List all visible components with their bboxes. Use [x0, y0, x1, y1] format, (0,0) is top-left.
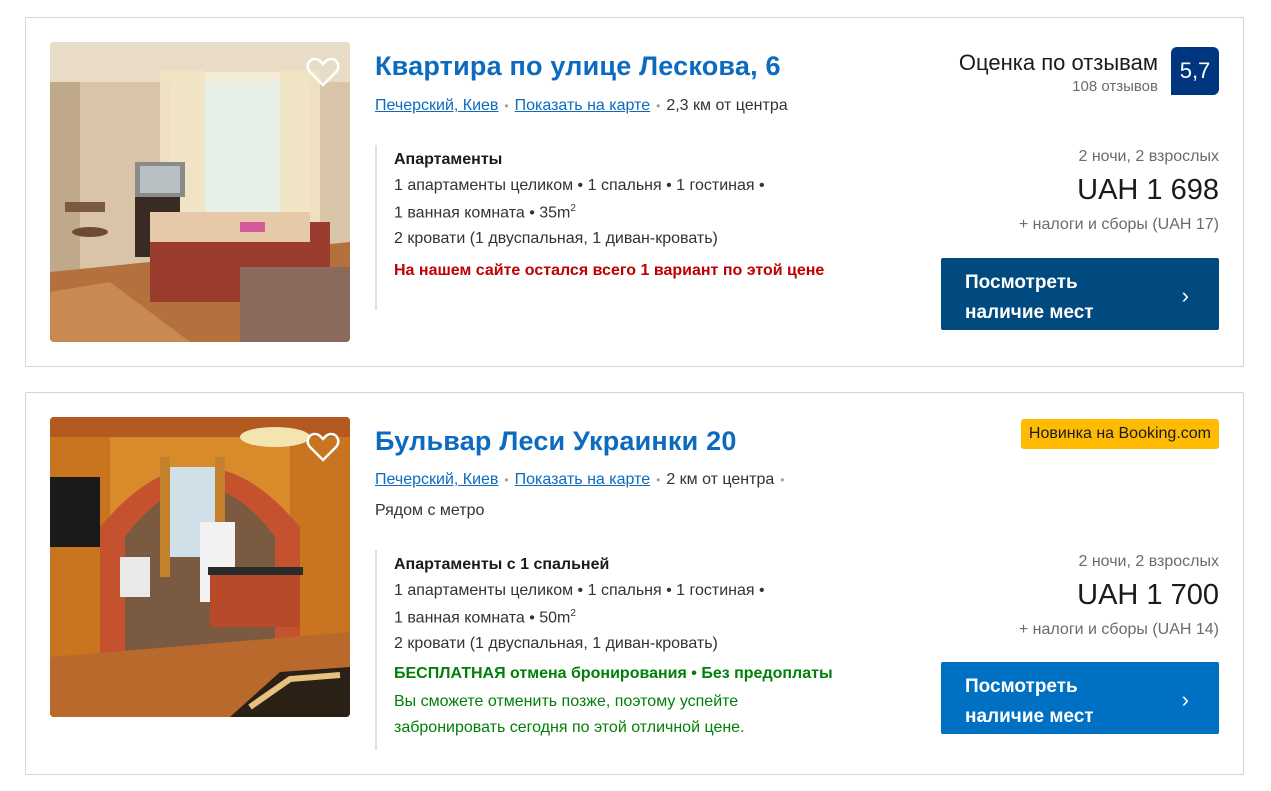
- button-label: наличие мест: [965, 302, 1094, 323]
- room-info: Апартаменты 1 апартаменты целиком • 1 сп…: [375, 145, 824, 310]
- stay-summary: 2 ночи, 2 взрослых: [1078, 148, 1219, 165]
- room-detail: 2 кровати (1 двуспальная, 1 диван-кроват…: [394, 635, 718, 653]
- room-type: Апартаменты с 1 спальней: [394, 556, 610, 573]
- separator-dot: •: [504, 99, 509, 113]
- distance-from-center: 2 км от центра: [666, 471, 775, 488]
- review-count: 108 отзывов: [1072, 78, 1158, 95]
- separator-dot: •: [656, 99, 661, 113]
- stay-summary: 2 ночи, 2 взрослых: [1078, 553, 1219, 570]
- separator-dot: •: [656, 473, 661, 487]
- distance-from-center: 2,3 км от центра: [666, 97, 788, 114]
- apartment-photo: [50, 417, 350, 717]
- price: UAH 1 700: [1077, 579, 1219, 611]
- see-availability-button[interactable]: Посмотреть наличие мест ›: [941, 662, 1219, 734]
- pricing: 2 ночи, 2 взрослых UAH 1 700 + налоги и …: [1019, 553, 1219, 639]
- room-detail: 1 ванная комната • 50m2: [394, 608, 576, 627]
- heart-icon[interactable]: [306, 431, 340, 463]
- show-on-map-link[interactable]: Показать на карте: [515, 471, 650, 488]
- review-label: Оценка по отзывам: [958, 50, 1158, 75]
- room-detail: 1 апартаменты целиком • 1 спальня • 1 го…: [394, 582, 765, 599]
- district-link[interactable]: Печерский, Киев: [375, 97, 498, 114]
- free-cancellation: БЕСПЛАТНАЯ отмена бронирования • Без пре…: [394, 665, 833, 683]
- listing-photo[interactable]: [50, 417, 350, 717]
- listing-card: Квартира по улице Лескова, 6 Печерский, …: [25, 17, 1244, 367]
- free-cancellation-note: Вы сможете отменить позже, поэтому успей…: [394, 693, 745, 737]
- separator-dot: •: [780, 473, 785, 487]
- room-detail: 2 кровати (1 двуспальная, 1 диван-кроват…: [394, 230, 718, 248]
- show-on-map-link[interactable]: Показать на карте: [515, 97, 650, 114]
- review-score-badge[interactable]: 5,7: [1171, 47, 1219, 95]
- taxes-note: + налоги и сборы (UAH 14): [1018, 621, 1219, 638]
- button-label: Посмотреть: [965, 676, 1078, 697]
- location-line: Печерский, Киев • Показать на карте • 2 км о…: [375, 471, 790, 489]
- chevron-right-icon: ›: [1181, 687, 1189, 712]
- apartment-photo: [50, 42, 350, 342]
- location-line: Печерский, Киев • Показать на карте • 2,3 км…: [375, 97, 788, 115]
- see-availability-button[interactable]: Посмотреть наличие мест ›: [941, 258, 1219, 330]
- review-summary[interactable]: Оценка по отзывам 108 отзывов: [959, 50, 1158, 95]
- listing-photo[interactable]: [50, 42, 350, 342]
- room-info: Апартаменты с 1 спальней 1 апартаменты ц…: [375, 550, 833, 750]
- room-detail: 1 апартаменты целиком • 1 спальня • 1 го…: [394, 177, 765, 194]
- room-type: Апартаменты: [394, 151, 503, 168]
- district-link[interactable]: Печерский, Киев: [375, 471, 498, 488]
- chevron-right-icon: ›: [1181, 283, 1189, 308]
- metro-nearby: Рядом с метро: [375, 502, 485, 519]
- taxes-note: + налоги и сборы (UAH 17): [1018, 216, 1219, 233]
- listing-title[interactable]: Бульвар Леси Украинки 20: [375, 426, 737, 457]
- scarcity-alert: На нашем сайте остался всего 1 вариант п…: [394, 262, 825, 280]
- heart-icon[interactable]: [306, 56, 340, 88]
- price: UAH 1 698: [1077, 174, 1219, 206]
- button-label: наличие мест: [965, 706, 1094, 727]
- room-detail: 1 ванная комната • 35m2: [394, 203, 576, 222]
- pricing: 2 ночи, 2 взрослых UAH 1 698 + налоги и …: [1019, 148, 1219, 234]
- separator-dot: •: [504, 473, 509, 487]
- listing-title[interactable]: Квартира по улице Лескова, 6: [375, 51, 781, 82]
- button-label: Посмотреть: [965, 272, 1078, 293]
- new-on-booking-badge: Новинка на Booking.com: [1020, 419, 1219, 449]
- listing-card: Бульвар Леси Украинки 20 Печерский, Киев…: [25, 392, 1244, 775]
